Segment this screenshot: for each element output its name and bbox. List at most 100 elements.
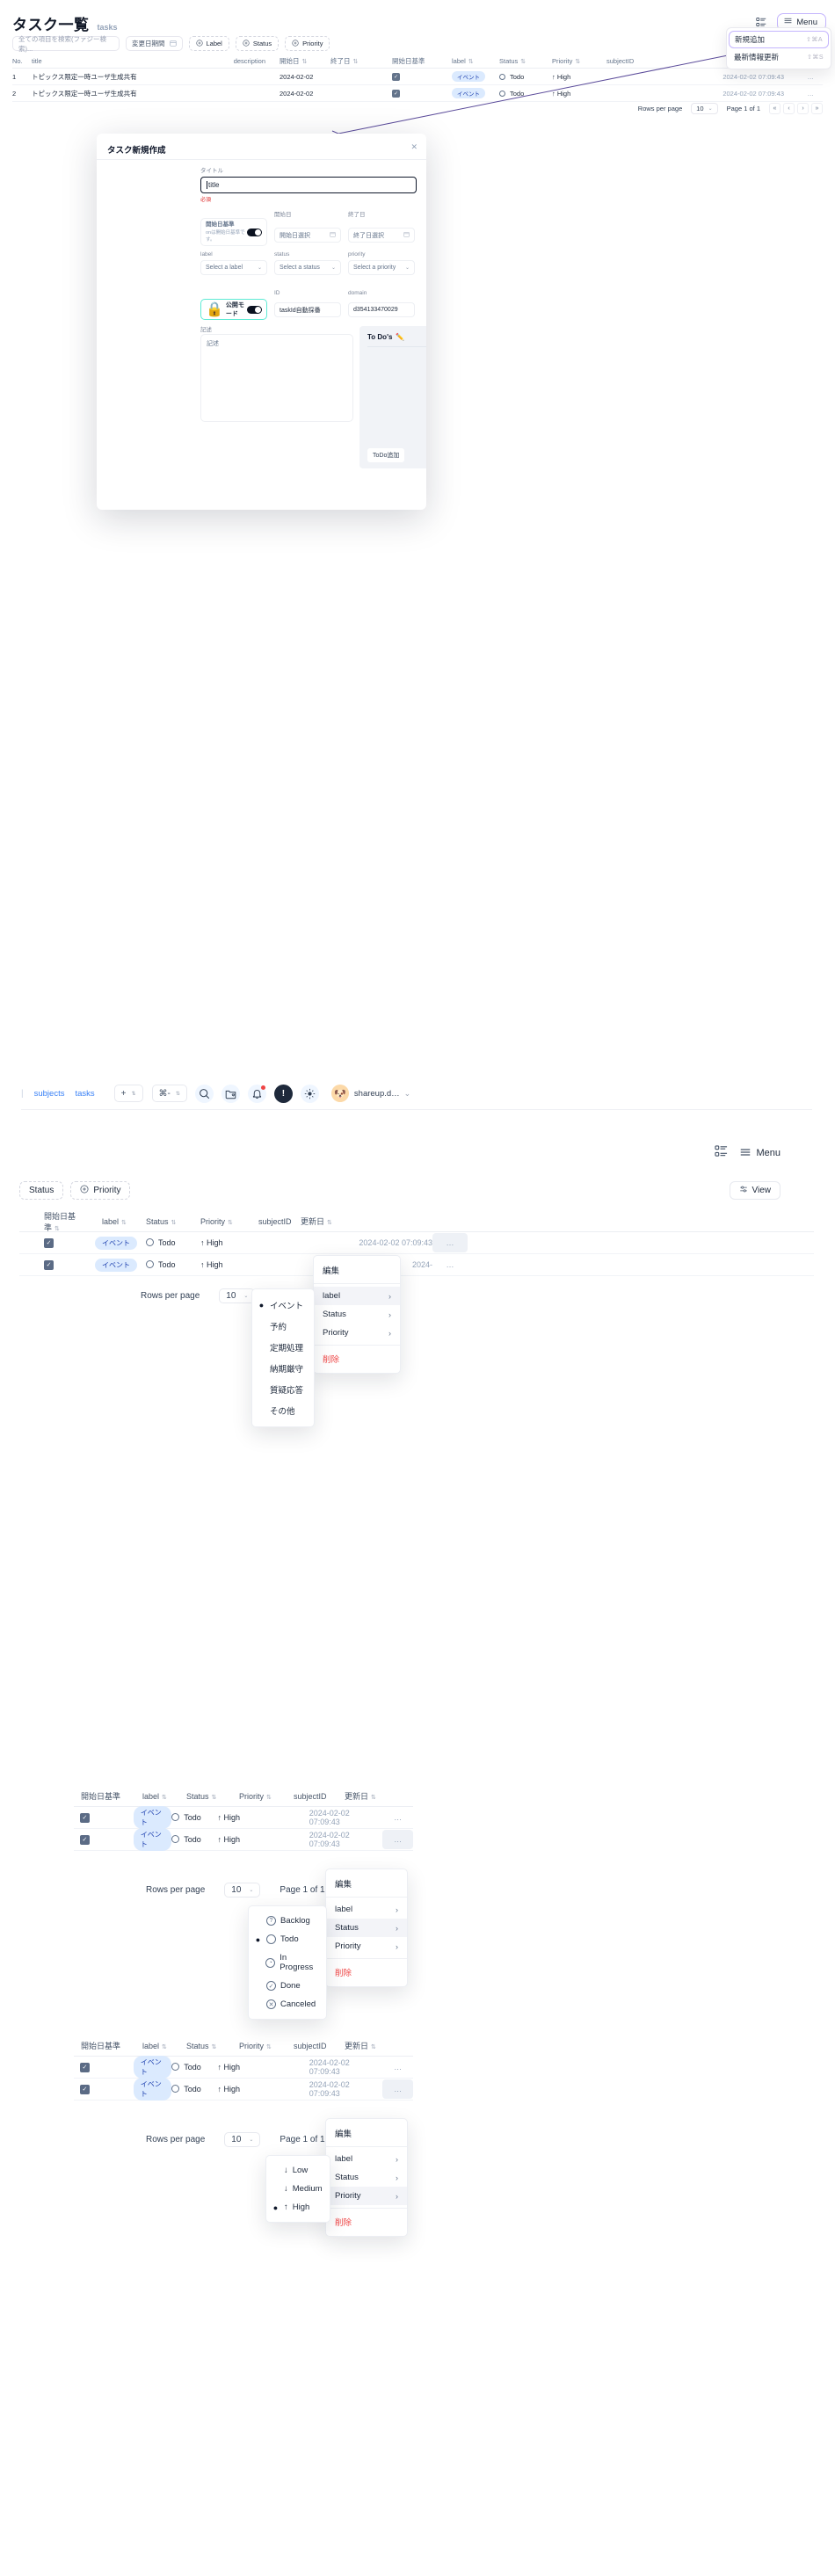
cell-base-checkbox[interactable]: ✓ [79,1812,134,1823]
submenu-item-high[interactable]: ● ↑ High [266,2198,330,2217]
th-priority[interactable]: Priority ⇅ [239,2042,294,2050]
last-page-button[interactable]: » [811,103,823,114]
context-menu-edit[interactable]: 編集 [326,2122,407,2144]
th-priority[interactable]: Priority ⇅ [185,1217,239,1226]
brightness-icon[interactable] [300,1084,319,1103]
th-updated[interactable]: 更新日⇅ [345,1790,406,1802]
cell-base-checkbox[interactable]: ✓ [44,1237,83,1248]
cell-base-checkbox[interactable]: ✓ [79,2062,134,2072]
submenu-item-reservation[interactable]: 予約 [252,1316,314,1337]
view-button[interactable]: View [729,1181,781,1200]
filter-chip-priority[interactable]: Priority [70,1181,131,1200]
th-base[interactable]: 開始日基準 [81,1790,142,1802]
table-row[interactable]: 2 トピックス限定一時ユーザ生成共有 2024-02-02 ✓ イベント Tod… [12,85,823,102]
context-menu-label[interactable]: label › [314,1287,400,1305]
bell-icon[interactable] [247,1084,266,1103]
folder-heart-icon[interactable] [221,1084,240,1103]
table-row[interactable]: ✓ イベント Todo ↑ High 2024- … [19,1254,814,1276]
th-label[interactable]: label ⇅ [142,1792,186,1801]
context-menu-edit[interactable]: 編集 [314,1259,400,1281]
prev-page-button[interactable]: ‹ [783,103,795,114]
th-status[interactable]: Status ⇅ [499,57,552,65]
row-actions-button[interactable]: … [382,1813,413,1822]
close-icon[interactable]: ✕ [410,142,418,152]
th-updated[interactable]: 更新日⇅ [345,2040,406,2051]
label-select[interactable]: Select a label ⌄ [200,260,267,275]
next-page-button[interactable]: › [797,103,809,114]
context-menu-priority[interactable]: Priority › [314,1324,400,1342]
table-row[interactable]: ✓ イベント Todo ↑ High 2024-02-02 07:09:43 … [74,2078,413,2101]
row-actions-button[interactable]: … [784,73,815,81]
th-label[interactable]: label ⇅ [142,2042,186,2050]
th-label[interactable]: label ⇅ [83,1217,137,1226]
grid-view-icon[interactable] [715,1144,728,1162]
th-status[interactable]: Status ⇅ [186,1792,239,1801]
table-row[interactable]: ✓ イベント Todo ↑ High 2024-02-02 07:09:43 … [74,1828,413,1851]
menu-button[interactable]: Menu [740,1147,781,1160]
filter-chip-status[interactable]: Status [235,36,280,51]
row-actions-button[interactable]: … [382,1830,413,1849]
context-menu-priority[interactable]: Priority › [326,1937,407,1956]
submenu-item-other[interactable]: その他 [252,1400,314,1421]
rows-per-page-select[interactable]: 10 ⌄ [691,103,718,114]
th-status[interactable]: Status ⇅ [137,1217,185,1226]
nav-link-subjects[interactable]: subjects [34,1089,65,1099]
context-menu-delete[interactable]: 削除 [326,2211,407,2232]
context-menu-status[interactable]: Status › [326,1919,407,1937]
th-start[interactable]: 開始日 ⇅ [272,56,330,66]
status-select[interactable]: Select a status ⌄ [274,260,341,275]
filter-chip-label[interactable]: Label [188,36,229,51]
submenu-item-todo[interactable]: ● Todo [249,1930,326,1948]
start-date-input[interactable]: 開始日選択 [274,228,341,243]
th-priority[interactable]: Priority ⇅ [239,1792,294,1801]
domain-input[interactable]: d354133470029 [348,302,415,317]
add-stepper[interactable]: + ⇅ [113,1085,143,1102]
submenu-item-backlog[interactable]: ? Backlog [249,1912,326,1930]
pencil-icon[interactable]: ✏️ [396,333,404,341]
priority-select[interactable]: Select a priority ⌄ [348,260,415,275]
submenu-item-canceled[interactable]: ✕ Canceled [249,1995,326,2014]
info-icon[interactable]: ! [273,1084,293,1103]
context-menu-label[interactable]: label › [326,2150,407,2168]
context-menu-priority[interactable]: Priority › [326,2187,407,2205]
cell-base-checkbox[interactable]: ✓ [79,2084,134,2094]
row-actions-button[interactable]: … [432,1233,468,1252]
search-icon[interactable] [194,1084,214,1103]
menu-item-refresh[interactable]: 最新情報更新 ⇧⌘S [727,48,831,66]
chevron-down-icon[interactable]: ⌄ [404,1089,411,1099]
th-base[interactable]: 開始日基準 [81,2040,142,2051]
th-status[interactable]: Status ⇅ [186,2042,239,2050]
row-actions-button[interactable]: … [382,2079,413,2099]
submenu-item-inprogress[interactable]: ◔ In Progress [249,1948,326,1977]
table-row[interactable]: ✓ イベント Todo ↑ High 2024-02-02 07:09:43 … [74,1806,413,1829]
title-input[interactable]: title [200,177,417,193]
cell-base-checkbox[interactable]: ✓ [392,89,452,98]
row-actions-button[interactable]: … [432,1260,468,1269]
submenu-item-qa[interactable]: 質疑応答 [252,1379,314,1400]
submenu-item-low[interactable]: ↓ Low [266,2161,330,2180]
filter-chip-status[interactable]: Status [19,1181,64,1200]
submenu-item-periodic[interactable]: 定期処理 [252,1337,314,1358]
end-date-input[interactable]: 終了日選択 [348,228,415,243]
submenu-item-deadline[interactable]: 納期厳守 [252,1358,314,1379]
context-menu-edit[interactable]: 編集 [326,1873,407,1894]
shortcut-stepper[interactable]: ⌘- ⇅ [151,1085,187,1102]
th-priority[interactable]: Priority ⇅ [552,57,606,65]
table-row[interactable]: 1 トピックス限定一時ユーザ生成共有 2024-02-02 ✓ イベント Tod… [12,69,823,85]
public-mode-toggle-card[interactable]: 🔒 公開モード [200,299,267,320]
th-label[interactable]: label ⇅ [452,57,499,65]
context-menu-delete[interactable]: 削除 [326,1962,407,1983]
th-base[interactable]: 開始日基準 ⇅ [44,1210,83,1233]
row-actions-button[interactable]: … [784,90,815,98]
rows-per-page-select[interactable]: 10 ⌄ [219,1288,256,1303]
filter-chip-priority[interactable]: Priority [285,36,330,51]
description-textarea[interactable]: 記述 [200,334,353,422]
rows-per-page-select[interactable]: 10 ⌄ [224,1883,261,1898]
menu-item-new[interactable]: 新規追加 ⇧⌘A [729,31,829,48]
submenu-item-medium[interactable]: ↓ Medium [266,2180,330,2198]
first-page-button[interactable]: « [769,103,781,114]
cell-base-checkbox[interactable]: ✓ [44,1259,83,1270]
add-todo-button[interactable]: ToDo追加 [367,448,405,462]
id-input[interactable]: taskId自動採番 [274,302,341,317]
nav-link-tasks[interactable]: tasks [75,1089,94,1099]
